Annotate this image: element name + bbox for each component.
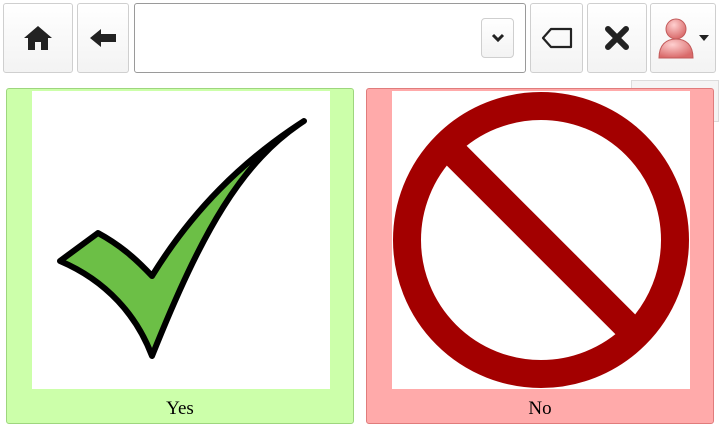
toolbar [0, 0, 720, 80]
utterance-box[interactable] [134, 3, 526, 73]
caret-down-icon [699, 35, 709, 41]
tag-icon [541, 27, 572, 49]
back-button[interactable] [77, 3, 129, 73]
user-menu-button[interactable] [650, 3, 716, 73]
prohibition-icon [393, 92, 689, 388]
home-button[interactable] [3, 3, 73, 73]
back-arrow-icon [90, 29, 116, 47]
yes-image [32, 91, 330, 389]
no-label: No [528, 398, 552, 419]
yes-button[interactable]: Yes [6, 88, 354, 424]
utterance-dropdown-button[interactable] [481, 18, 514, 58]
house-icon [24, 26, 52, 50]
tag-button[interactable] [530, 3, 583, 73]
no-button[interactable]: No [366, 88, 714, 424]
checkmark-icon [57, 118, 307, 359]
user-avatar-icon [658, 18, 694, 59]
yes-label: Yes [166, 398, 194, 419]
x-icon [605, 26, 629, 50]
clear-button[interactable] [587, 3, 647, 73]
no-image [392, 91, 690, 389]
chevron-down-icon [491, 33, 504, 43]
